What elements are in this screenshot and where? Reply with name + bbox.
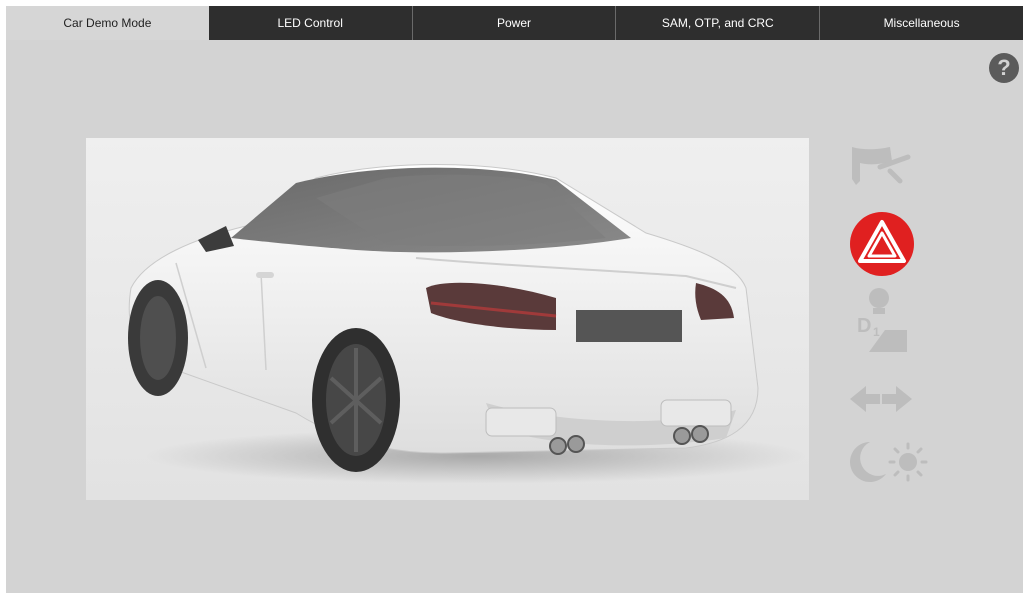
day-night-icon[interactable] (840, 438, 930, 486)
svg-text:D: D (857, 315, 871, 337)
wiper-icon[interactable] (846, 141, 916, 191)
tab-sam-otp-crc[interactable]: SAM, OTP, and CRC (615, 6, 820, 40)
headlight-gear-icon[interactable]: D 1 (851, 286, 911, 356)
help-icon[interactable]: ? (989, 53, 1019, 83)
turn-signal-arrows-icon[interactable] (846, 382, 916, 416)
hazard-warning-button[interactable] (849, 211, 915, 277)
tab-power[interactable]: Power (411, 6, 616, 40)
tab-bar: Car Demo Mode LED Control Power SAM, OTP… (6, 6, 1023, 40)
turn-signal-graphic (850, 386, 912, 412)
day-night-graphic (850, 442, 928, 482)
svg-text:1: 1 (873, 325, 880, 339)
hazard-warning-icon (850, 212, 914, 276)
car-demo-app: Car Demo Mode LED Control Power SAM, OTP… (6, 6, 1023, 593)
headlight-gear-graphic: D 1 (857, 288, 907, 352)
car-image (86, 138, 809, 500)
tab-car-demo-mode[interactable]: Car Demo Mode (6, 6, 209, 40)
wiper-graphic (852, 147, 911, 185)
car-illustration (86, 138, 809, 500)
tab-miscellaneous[interactable]: Miscellaneous (819, 6, 1023, 40)
tab-led-control[interactable]: LED Control (208, 6, 412, 40)
